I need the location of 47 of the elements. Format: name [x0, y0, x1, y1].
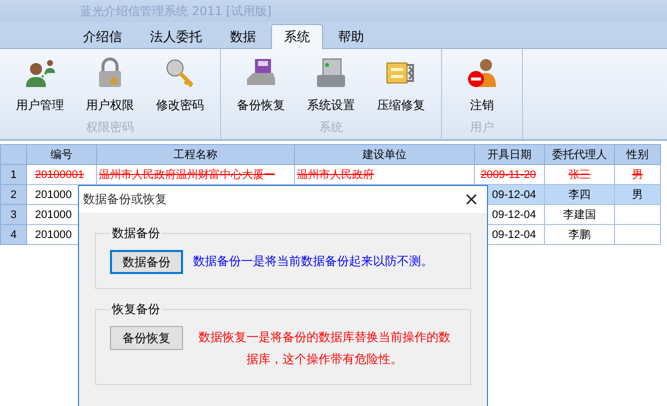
column-header[interactable]: 工程名称: [96, 144, 294, 164]
group-label: 用户: [470, 119, 494, 136]
table-cell: 2009-11-20: [474, 164, 544, 184]
table-cell: 李建国: [544, 204, 614, 224]
column-header[interactable]: 开具日期: [474, 144, 544, 164]
column-header[interactable]: 委托代理人: [544, 144, 614, 164]
users-icon: [24, 57, 56, 89]
table-cell: 李鹏: [544, 224, 614, 244]
row-number: 3: [0, 204, 26, 224]
corner-header: [0, 144, 26, 164]
table-cell: 温州市人民政府: [294, 164, 474, 184]
ribbon-button[interactable]: 注销: [448, 49, 516, 119]
ribbon-tab[interactable]: 介绍信: [70, 25, 135, 48]
table-cell: 男: [614, 184, 660, 204]
window-title: 蓝光介绍信管理系统 2011 [试用版]: [80, 2, 272, 20]
ribbon-button[interactable]: 修改密码: [146, 49, 214, 119]
group-label: 权限密码: [86, 119, 134, 136]
row-number: 4: [0, 224, 26, 244]
action-button[interactable]: 备份恢复: [110, 326, 183, 350]
table-cell: 20100001: [26, 164, 96, 184]
server-icon: [315, 57, 347, 89]
table-cell: 李四: [544, 184, 614, 204]
group-label: 系统: [319, 119, 343, 136]
ribbon-tab[interactable]: 帮助: [325, 25, 377, 48]
user-blocked-icon: [466, 57, 498, 89]
ribbon-button[interactable]: 备份恢复: [227, 49, 295, 119]
ribbon-tab[interactable]: 系统: [271, 24, 323, 49]
column-header[interactable]: 性别: [614, 144, 660, 164]
group-title: 数据备份: [111, 225, 161, 242]
action-button[interactable]: 数据备份: [110, 250, 183, 274]
column-header[interactable]: 编号: [26, 144, 96, 164]
ribbon-tab[interactable]: 法人委托: [137, 25, 215, 48]
table-cell: 温州市人民政府温州财富中心大厦一: [96, 164, 294, 184]
ribbon-tab[interactable]: 数据: [217, 25, 269, 48]
table-cell: 男: [614, 164, 660, 184]
row-number: 1: [0, 164, 26, 184]
ribbon-button[interactable]: 用户管理: [6, 49, 74, 119]
table-cell: 张三: [544, 164, 614, 184]
ribbon-button[interactable]: 系统设置: [297, 49, 365, 119]
group-title: 恢复备份: [110, 301, 161, 318]
row-number: 2: [0, 184, 26, 204]
column-header[interactable]: 建设单位: [294, 144, 474, 164]
ribbon-button[interactable]: 用户权限: [76, 49, 144, 119]
key-icon: [164, 57, 196, 89]
description-text: 数据备份一是将当前数据备份起来以防不测。: [193, 253, 433, 270]
description-text: 数据恢复一是将备份的数据库替换当前操作的数据库，这个操作带有危险性。: [198, 329, 452, 368]
ribbon-button[interactable]: 压缩修复: [367, 49, 435, 119]
